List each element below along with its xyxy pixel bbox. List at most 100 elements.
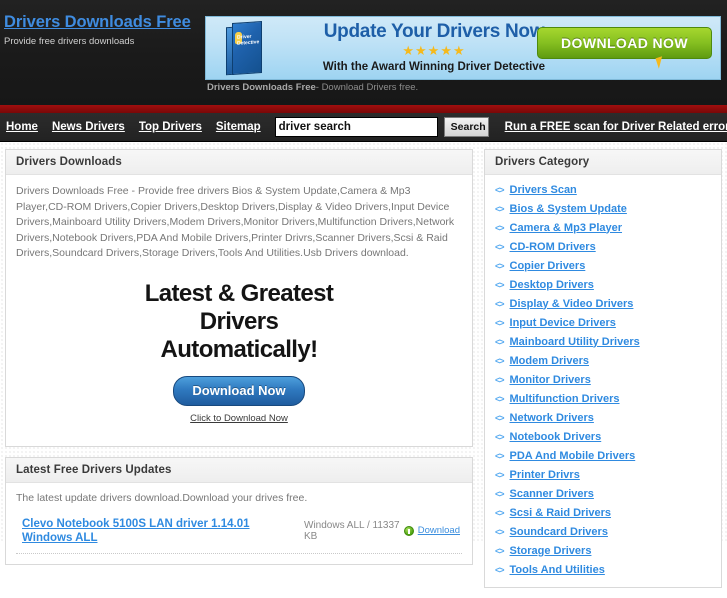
- chevron-pair-icon: <>: [495, 393, 504, 404]
- sidebar-item-label[interactable]: Soundcard Drivers: [510, 525, 608, 539]
- sidebar-item-label[interactable]: Notebook Drivers: [510, 430, 602, 444]
- sidebar-item-label[interactable]: Printer Drivrs: [510, 468, 580, 482]
- sidebar-item-label[interactable]: Copier Drivers: [510, 259, 586, 273]
- promo-line-2: Drivers: [199, 307, 279, 335]
- ad-subline: With the Award Winning Driver Detective: [322, 61, 546, 73]
- main-column: Drivers Downloads Drivers Downloads Free…: [5, 149, 473, 575]
- ad-banner[interactable]: Driver Detective Update Your Drivers Now…: [205, 16, 721, 80]
- sidebar-item-label[interactable]: Scanner Drivers: [510, 487, 594, 501]
- sidebar-item-camera-mp3-player[interactable]: <> Camera & Mp3 Player: [485, 218, 721, 237]
- banner-caption-rest: - Download Drivers free.: [315, 82, 419, 93]
- banner-caption: Drivers Downloads Free- Download Drivers…: [207, 82, 418, 93]
- sidebar-item-printer-drivrs[interactable]: <> Printer Drivrs: [485, 465, 721, 484]
- driver-title-link[interactable]: Clevo Notebook 5100S LAN driver 1.14.01 …: [22, 517, 294, 545]
- ad-box-label: Driver Detective: [237, 33, 260, 47]
- sidebar-item-label[interactable]: Mainboard Utility Drivers: [510, 335, 640, 349]
- promo-download-now-button[interactable]: Download Now: [173, 375, 305, 406]
- nav-item-top-drivers[interactable]: Top Drivers: [139, 121, 202, 133]
- chevron-pair-icon: <>: [495, 279, 504, 290]
- sidebar-item-drivers-scan[interactable]: <> Drivers Scan: [485, 180, 721, 199]
- sidebar-item-label[interactable]: Network Drivers: [510, 411, 594, 425]
- drivers-category-panel: Drivers Category <> Drivers Scan <> Bios &…: [484, 149, 722, 588]
- sidebar-item-tools-and-utilities[interactable]: <> Tools And Utilities: [485, 560, 721, 579]
- nav-item-news-drivers[interactable]: News Drivers: [52, 121, 125, 133]
- promo-block[interactable]: Latest & Greatest Drivers Automatically!…: [16, 274, 462, 432]
- driver-detective-box-icon: Driver Detective: [224, 20, 272, 78]
- sidebar-item-scanner-drivers[interactable]: <> Scanner Drivers: [485, 484, 721, 503]
- sidebar-item-pda-and-mobile-drivers[interactable]: <> PDA And Mobile Drivers: [485, 446, 721, 465]
- sidebar-item-label[interactable]: Desktop Drivers: [510, 278, 594, 292]
- sidebar-item-label[interactable]: Scsi & Raid Drivers: [510, 506, 612, 520]
- site-tagline: Provide free drivers downloads: [4, 36, 135, 47]
- promo-line-3: Automatically!: [160, 335, 319, 363]
- promo-download-link[interactable]: Click to Download Now: [16, 413, 462, 424]
- sidebar-item-cd-rom-drivers[interactable]: <> CD-ROM Drivers: [485, 237, 721, 256]
- chevron-pair-icon: <>: [495, 564, 504, 575]
- chevron-pair-icon: <>: [495, 526, 504, 537]
- chevron-pair-icon: <>: [495, 317, 504, 328]
- category-list: <> Drivers Scan <> Bios & System Update <>…: [485, 175, 721, 587]
- sidebar-item-label[interactable]: CD-ROM Drivers: [510, 240, 596, 254]
- updates-panel-body: The latest update drivers download.Downl…: [6, 483, 472, 564]
- sidebar-item-network-drivers[interactable]: <> Network Drivers: [485, 408, 721, 427]
- sidebar-item-soundcard-drivers[interactable]: <> Soundcard Drivers: [485, 522, 721, 541]
- green-download-icon: [403, 525, 414, 536]
- nav-item-sitemap[interactable]: Sitemap: [216, 121, 261, 133]
- chevron-pair-icon: <>: [495, 469, 504, 480]
- site-logo-title[interactable]: Drivers Downloads Free: [4, 12, 204, 32]
- sidebar-item-label[interactable]: Display & Video Drivers: [510, 297, 634, 311]
- sidebar-item-copier-drivers[interactable]: <> Copier Drivers: [485, 256, 721, 275]
- ad-download-now-button[interactable]: DOWNLOAD NOW: [537, 27, 712, 59]
- site-logo[interactable]: Drivers Downloads Free Provide free driv…: [4, 12, 204, 48]
- banner-caption-site: Drivers Downloads Free: [207, 82, 316, 93]
- search-button[interactable]: Search: [443, 117, 489, 137]
- sidebar-item-label[interactable]: Drivers Scan: [510, 183, 577, 197]
- chevron-pair-icon: <>: [495, 203, 504, 214]
- updates-panel-header: Latest Free Drivers Updates: [6, 457, 472, 483]
- updates-note: The latest update drivers download.Downl…: [16, 491, 308, 504]
- sidebar-item-label[interactable]: Monitor Drivers: [510, 373, 591, 387]
- search-input[interactable]: [274, 117, 438, 137]
- chevron-pair-icon: <>: [495, 298, 504, 309]
- sidebar-item-label[interactable]: Tools And Utilities: [510, 563, 605, 577]
- chevron-pair-icon: <>: [495, 374, 504, 385]
- sidebar-title: Drivers Category: [495, 156, 590, 168]
- download-link[interactable]: Download: [418, 525, 460, 536]
- sidebar-item-notebook-drivers[interactable]: <> Notebook Drivers: [485, 427, 721, 446]
- panel-body: Drivers Downloads Free - Provide free dr…: [6, 175, 472, 446]
- chevron-pair-icon: <>: [495, 412, 504, 423]
- latest-updates-panel: Latest Free Drivers Updates The latest u…: [5, 456, 473, 565]
- sidebar-item-input-device-drivers[interactable]: <> Input Device Drivers: [485, 313, 721, 332]
- sidebar-item-scsi-raid-drivers[interactable]: <> Scsi & Raid Drivers: [485, 503, 721, 522]
- sidebar: Drivers Category <> Drivers Scan <> Bios &…: [484, 149, 722, 598]
- sidebar-panel-header: Drivers Category: [485, 150, 721, 175]
- download-cell[interactable]: Download: [403, 525, 460, 536]
- sidebar-item-modem-drivers[interactable]: <> Modem Drivers: [485, 351, 721, 370]
- sidebar-item-bios-system-update[interactable]: <> Bios & System Update: [485, 199, 721, 218]
- sidebar-item-label[interactable]: Storage Drivers: [510, 544, 592, 558]
- chevron-pair-icon: <>: [495, 222, 504, 233]
- site-header: Drivers Downloads Free Provide free driv…: [0, 0, 727, 105]
- sidebar-item-storage-drivers[interactable]: <> Storage Drivers: [485, 541, 721, 560]
- sidebar-item-label[interactable]: Bios & System Update: [510, 202, 627, 216]
- sidebar-item-label[interactable]: Camera & Mp3 Player: [510, 221, 623, 235]
- free-scan-link[interactable]: Run a FREE scan for Driver Related error…: [505, 121, 727, 133]
- sidebar-item-monitor-drivers[interactable]: <> Monitor Drivers: [485, 370, 721, 389]
- sidebar-item-mainboard-utility-drivers[interactable]: <> Mainboard Utility Drivers: [485, 332, 721, 351]
- table-row: Clevo Notebook 5100S LAN driver 1.14.01 …: [16, 514, 462, 554]
- sidebar-item-label[interactable]: Input Device Drivers: [510, 316, 616, 330]
- updates-title: Latest Free Drivers Updates: [16, 463, 172, 476]
- sidebar-item-label[interactable]: PDA And Mobile Drivers: [510, 449, 636, 463]
- sidebar-item-label[interactable]: Multifunction Drivers: [510, 392, 620, 406]
- page-title: Drivers Downloads: [16, 156, 122, 168]
- chevron-pair-icon: <>: [495, 450, 504, 461]
- chevron-pair-icon: <>: [495, 241, 504, 252]
- sidebar-item-display-video-drivers[interactable]: <> Display & Video Drivers: [485, 294, 721, 313]
- chevron-pair-icon: <>: [495, 488, 504, 499]
- chevron-pair-icon: <>: [495, 545, 504, 556]
- nav-item-home[interactable]: Home: [6, 121, 38, 133]
- sidebar-item-desktop-drivers[interactable]: <> Desktop Drivers: [485, 275, 721, 294]
- chevron-pair-icon: <>: [495, 507, 504, 518]
- sidebar-item-label[interactable]: Modem Drivers: [510, 354, 589, 368]
- sidebar-item-multifunction-drivers[interactable]: <> Multifunction Drivers: [485, 389, 721, 408]
